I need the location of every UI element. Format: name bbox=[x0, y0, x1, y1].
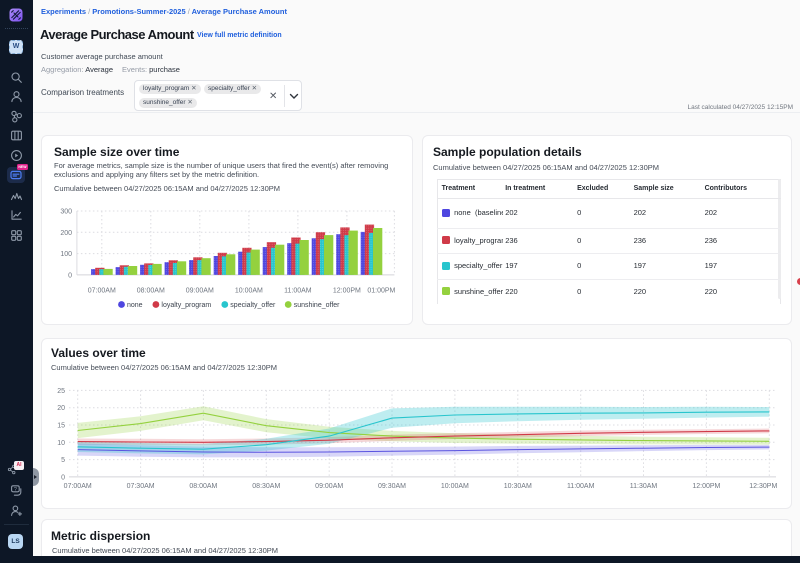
svg-text:11:00AM: 11:00AM bbox=[284, 288, 312, 295]
svg-text:07:00AM: 07:00AM bbox=[88, 288, 116, 295]
svg-text:08:30AM: 08:30AM bbox=[252, 483, 280, 490]
svg-text:sunshine_offer: sunshine_offer bbox=[294, 302, 340, 309]
svg-text:100: 100 bbox=[60, 251, 72, 258]
svg-text:07:30AM: 07:30AM bbox=[127, 483, 155, 490]
svg-text:11:30AM: 11:30AM bbox=[630, 483, 658, 490]
svg-text:0: 0 bbox=[61, 474, 65, 481]
svg-text:09:00AM: 09:00AM bbox=[315, 483, 343, 490]
svg-text:0: 0 bbox=[68, 272, 72, 279]
svg-text:09:30AM: 09:30AM bbox=[378, 483, 406, 490]
svg-text:300: 300 bbox=[60, 209, 72, 216]
svg-text:11:00AM: 11:00AM bbox=[567, 483, 595, 490]
svg-text:5: 5 bbox=[61, 457, 65, 464]
svg-text:10:30AM: 10:30AM bbox=[504, 483, 532, 490]
svg-text:12:00PM: 12:00PM bbox=[692, 483, 720, 490]
svg-text:08:00AM: 08:00AM bbox=[189, 483, 217, 490]
svg-text:10:00AM: 10:00AM bbox=[235, 288, 263, 295]
svg-text:specialty_offer: specialty_offer bbox=[230, 302, 276, 309]
svg-text:loyalty_program: loyalty_program bbox=[161, 302, 211, 309]
svg-text:none: none bbox=[127, 302, 143, 309]
svg-text:15: 15 bbox=[57, 423, 65, 430]
svg-text:08:00AM: 08:00AM bbox=[137, 288, 165, 295]
svg-text:10: 10 bbox=[57, 440, 65, 447]
svg-text:09:00AM: 09:00AM bbox=[186, 288, 214, 295]
svg-text:25: 25 bbox=[57, 388, 65, 395]
svg-text:07:00AM: 07:00AM bbox=[64, 483, 92, 490]
svg-text:?: ? bbox=[14, 487, 17, 493]
svg-text:10:00AM: 10:00AM bbox=[441, 483, 469, 490]
svg-text:12:00PM: 12:00PM bbox=[333, 288, 361, 295]
svg-text:01:00PM: 01:00PM bbox=[367, 288, 395, 295]
svg-text:20: 20 bbox=[57, 405, 65, 412]
svg-text:200: 200 bbox=[60, 230, 72, 237]
svg-text:12:30PM: 12:30PM bbox=[749, 483, 777, 490]
